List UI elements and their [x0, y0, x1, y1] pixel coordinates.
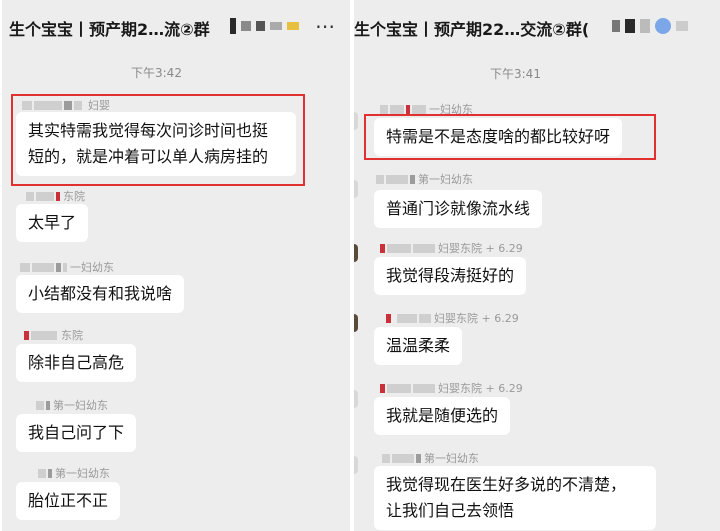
avatar[interactable]: [354, 244, 358, 262]
chat-header: 生个宝宝丨预产期2…流②群 ⋯: [2, 0, 350, 52]
sender-name: 妇婴东院 + 6.29: [380, 380, 523, 396]
message-text: 胎位正不正: [28, 491, 109, 510]
avatar[interactable]: [354, 112, 358, 130]
chat-title[interactable]: 生个宝宝丨预产期22…交流②群(: [354, 16, 589, 40]
redacted-title-blocks: [230, 18, 299, 34]
message-bubble[interactable]: 小结都没有和我说啥: [16, 275, 185, 313]
message-text: 小结都没有和我说啥: [28, 284, 173, 303]
redacted-title-blocks: [612, 18, 688, 34]
message-bubble[interactable]: 我觉得段涛挺好的: [374, 257, 527, 295]
sender-name: 妇婴东院 + 6.29: [380, 240, 523, 256]
chat-title[interactable]: 生个宝宝丨预产期2…流②群: [9, 16, 210, 40]
timestamp: 下午3:42: [131, 66, 182, 80]
message-bubble[interactable]: 普通门诊就像流水线: [374, 190, 543, 228]
sender-name: 第一妇幼东: [382, 450, 479, 466]
message-bubble[interactable]: 我就是随便选的: [374, 397, 511, 435]
message-bubble[interactable]: 我觉得现在医生好多说的不清楚， 让我们自己去领悟: [374, 466, 656, 530]
avatar[interactable]: [354, 456, 358, 474]
message-text: 温温柔柔: [386, 336, 451, 355]
message-text: 我自己问了下: [28, 423, 125, 442]
timestamp: 下午3:41: [490, 67, 541, 81]
message-bubble[interactable]: 胎位正不正: [16, 482, 121, 520]
chat-panel-left: 生个宝宝丨预产期2…流②群 ⋯ 下午3:42 妇婴 其实特需我觉得每次问诊时间也…: [2, 0, 350, 531]
message-text: 我觉得现在医生好多说的不清楚，: [386, 475, 627, 494]
highlight-box: [364, 114, 656, 160]
chat-header: 生个宝宝丨预产期22…交流②群(: [354, 0, 720, 52]
sender-name: 妇婴东院 + 6.29: [386, 310, 519, 326]
chat-panel-right: 生个宝宝丨预产期22…交流②群( 下午3:41 一妇幼东 特需是不是态度啥的都比…: [354, 0, 720, 531]
message-bubble[interactable]: 除非自己高危: [16, 344, 137, 382]
sender-name: 第一妇幼东: [36, 397, 108, 413]
message-text: 我觉得段涛挺好的: [386, 266, 515, 285]
sender-name: 第一妇幼东: [38, 465, 110, 481]
message-text: 让我们自己去领悟: [386, 501, 515, 520]
message-bubble[interactable]: 太早了: [16, 204, 89, 242]
more-dots-icon[interactable]: ⋯: [315, 14, 336, 38]
message-text: 除非自己高危: [28, 353, 125, 372]
sender-name: 东院: [24, 327, 83, 343]
avatar[interactable]: [354, 314, 358, 332]
avatar[interactable]: [354, 390, 358, 408]
sender-name: 第一妇幼东: [376, 171, 473, 187]
highlight-box: [11, 94, 305, 186]
sender-name: 一妇幼东: [20, 259, 114, 275]
message-bubble[interactable]: 温温柔柔: [374, 327, 463, 365]
avatar[interactable]: [354, 180, 358, 198]
message-text: 普通门诊就像流水线: [386, 199, 531, 218]
message-text: 太早了: [28, 213, 77, 232]
sender-name: 东院: [26, 188, 85, 204]
message-text: 我就是随便选的: [386, 406, 499, 425]
message-bubble[interactable]: 我自己问了下: [16, 414, 137, 452]
